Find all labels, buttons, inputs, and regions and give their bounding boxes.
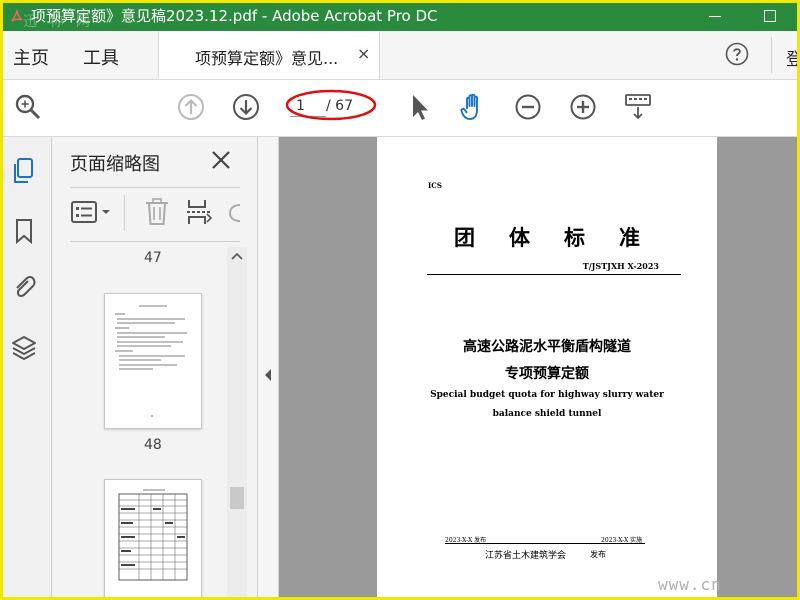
header-rule [427,274,681,275]
maximize-button[interactable] [758,5,782,27]
layers-icon[interactable] [11,333,37,361]
panel-title: 页面缩略图 [70,154,160,175]
panel-divider [70,241,240,242]
left-navigation-rail [3,137,52,597]
panel-toolbar-separator [124,195,125,231]
document-viewport[interactable]: ICS 团体标准 T/JSTJXH X-2023 高速公路泥水平衡盾构隧道 专项… [279,137,797,597]
pdf-page: ICS 团体标准 T/JSTJXH X-2023 高速公路泥水平衡盾构隧道 专项… [377,137,717,597]
help-icon[interactable] [725,42,749,66]
menu-home[interactable]: 主页 [13,44,49,70]
login-button[interactable]: 登 [786,45,797,70]
attachment-icon[interactable] [11,273,37,301]
corner-watermark: www.cn [658,575,722,594]
footer-rule [445,543,645,544]
page-thumbnails-icon[interactable] [11,157,37,185]
collapse-left-icon[interactable] [262,367,274,383]
thumbnail-content [118,489,188,581]
thumbnails-panel: 页面缩略图 47 48 [52,137,258,597]
publishing-organization: 江苏省土木建筑学会 [485,551,567,561]
panel-collapse-handle[interactable] [258,137,279,597]
menubar-separator [771,37,772,73]
minimize-button[interactable] [703,5,727,27]
thumbnail-scrollbar[interactable] [227,247,247,597]
publish-label: 发布 [590,550,606,559]
menu-bar: 主页 工具 项预算定额》意见... × 登 [3,31,797,80]
bookmark-icon[interactable] [11,217,37,245]
thumbnail-page[interactable] [104,293,202,429]
english-title-line2: balance shield tunnel [492,409,602,419]
document-tab[interactable]: 项预算定额》意见... × [158,31,380,79]
zoom-in-icon[interactable] [568,92,598,122]
red-annotation-ellipse [285,89,377,121]
tab-close-button[interactable]: × [357,44,370,63]
next-page-icon[interactable] [231,92,261,122]
thumbnail-content [115,305,187,417]
thumbnail-options-icon[interactable] [70,197,114,227]
thumbnail-label: 48 [144,437,162,453]
ics-label: ICS [428,181,442,190]
standard-type-heading: 团体标准 [454,226,674,250]
acrobat-window: 迅 称 网 项预算定额》意见稿2023.12.pdf - Adobe Acrob… [0,0,800,600]
hand-icon[interactable] [458,92,488,122]
document-title-line2: 专项预算定额 [505,366,589,382]
window-title: 项预算定额》意见稿2023.12.pdf - Adobe Acrobat Pro… [31,7,438,25]
keyboard-icon[interactable] [623,92,653,122]
document-title-line1: 高速公路泥水平衡盾构隧道 [463,339,631,355]
scrollbar-thumb[interactable] [230,487,244,509]
rotate-icon[interactable] [224,197,244,227]
search-icon[interactable] [13,92,43,122]
scroll-up-icon[interactable] [231,251,243,261]
thumbnail-label: 47 [144,250,162,266]
document-tab-label: 项预算定额》意见... [195,49,339,68]
thumbnail-page[interactable] [104,479,202,597]
trash-icon[interactable] [144,197,170,227]
close-icon[interactable] [210,149,232,171]
select-arrow-icon[interactable] [405,92,435,122]
menu-tools[interactable]: 工具 [83,44,119,70]
prev-page-icon[interactable] [176,92,206,122]
insert-page-icon[interactable] [185,197,213,227]
standard-code: T/JSTJXH X-2023 [582,261,659,271]
panel-divider [70,187,240,188]
toolbar: / 67 [3,80,797,137]
english-title-line1: Special budget quota for highway slurry … [430,390,664,400]
title-bar: 迅 称 网 项预算定额》意见稿2023.12.pdf - Adobe Acrob… [3,3,797,31]
zoom-out-icon[interactable] [513,92,543,122]
